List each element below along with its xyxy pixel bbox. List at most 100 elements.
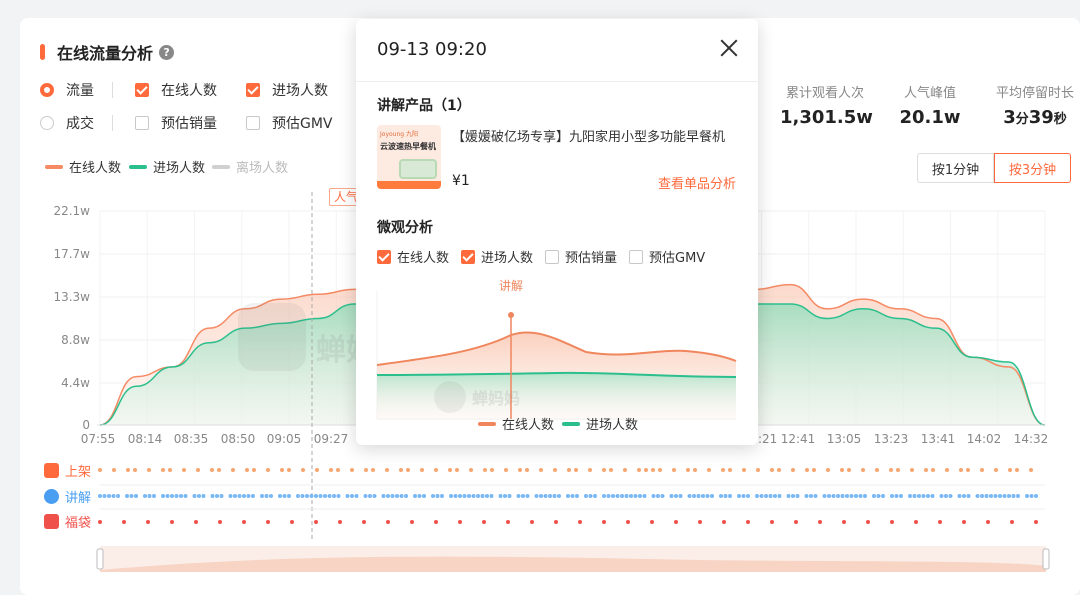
event-marker [899,494,903,498]
event-marker [266,468,270,472]
event-marker [842,520,846,524]
event-marker [674,494,678,498]
event-marker [280,468,284,472]
event-marker [503,494,507,498]
event-marker [483,468,487,472]
x-tick: 08:50 [220,432,256,446]
popup-checkbox-label: 进场人数 [481,251,534,266]
range-handle-left[interactable] [96,548,104,570]
event-marker [182,468,186,472]
event-marker [570,494,575,498]
popup-checkbox-est-gmv[interactable]: 预估GMV [629,247,705,266]
event-marker [773,494,777,498]
event-marker [890,520,894,524]
event-marker [791,494,795,498]
popup-checkbox-entering[interactable]: 进场人数 [461,247,533,266]
product-analysis-link[interactable]: 查看单品分析 [658,173,736,192]
event-marker [975,494,980,498]
event-marker [854,494,858,498]
x-tick: 13:23 [873,432,909,446]
event-marker [875,468,879,472]
product-thumbnail[interactable]: Joyoung 九阳 云波速热早餐机 [377,125,441,189]
popup-checkbox-online[interactable]: 在线人数 [377,247,449,266]
x-tick: 12:41 [780,432,816,446]
popup-checkbox-est-sales[interactable]: 预估销量 [545,247,617,266]
event-marker [746,520,750,524]
event-marker [329,468,333,472]
event-marker [372,494,377,498]
event-marker [656,494,660,498]
explain-marker-dot[interactable] [508,312,514,318]
thumb-title: 云波速热早餐机 [380,142,436,151]
event-marker [602,494,606,498]
close-icon[interactable] [720,39,738,57]
popup-legend-online[interactable]: 在线人数 [478,414,554,433]
event-marker [1015,468,1019,472]
event-row-label: 上架 [65,465,92,480]
event-marker [518,468,522,472]
legend-swatch [562,421,580,426]
event-marker [390,494,395,498]
event-marker [633,494,638,498]
event-marker [623,468,627,472]
event-marker [296,494,300,498]
event-marker [889,468,893,472]
event-marker [567,468,571,472]
x-tick: 13:41 [920,432,956,446]
event-marker [112,468,116,472]
event-marker [371,468,375,472]
event-marker [998,494,1002,498]
event-marker [795,494,800,498]
event-marker [584,494,588,498]
event-marker [692,494,696,498]
event-row-shelf: 上架 [44,461,91,480]
event-marker [930,494,935,498]
minute-detail-popup: 09-13 09:20 讲解产品（1） Joyoung 九阳 云波速热早餐机 【… [356,19,758,445]
event-marker [686,468,690,472]
event-marker [327,494,332,498]
event-marker [944,494,948,498]
event-marker [174,494,179,498]
event-marker [872,494,876,498]
checkbox-unchecked-icon [545,249,559,264]
event-marker [111,494,116,498]
x-tick: 07:55 [80,432,116,446]
event-marker [266,520,270,524]
range-handle-right[interactable] [1042,548,1050,570]
event-marker [840,494,845,498]
popup-legend-entering[interactable]: 进场人数 [562,414,638,433]
event-marker [962,520,966,524]
event-marker [768,494,773,498]
popup-checkbox-label: 预估GMV [649,251,706,266]
event-marker [480,494,485,498]
explain-marker-label: 讲解 [499,279,524,293]
event-marker [462,494,467,498]
event-marker [539,494,543,498]
event-marker [980,468,984,472]
event-marker [525,494,530,498]
event-marker [966,494,971,498]
event-marker [147,494,152,498]
event-marker [822,494,827,498]
event-marker [1011,494,1016,498]
event-marker [395,494,399,498]
event-marker [791,468,795,472]
event-marker [406,468,410,472]
x-tick: 13:05 [826,432,862,446]
event-marker [504,468,508,472]
event-marker [252,468,256,472]
event-marker [984,494,989,498]
popup-legend-label: 在线人数 [502,418,555,433]
microphone-icon [44,489,59,504]
event-marker [305,494,309,498]
product-name[interactable]: 【媛媛破亿场专享】九阳家用小型多功能早餐机 [452,126,742,145]
event-marker [707,468,711,472]
event-marker [133,468,137,472]
event-marker [260,494,264,498]
micro-chart[interactable] [356,277,758,445]
event-marker [831,494,836,498]
event-marker [386,494,390,498]
event-marker [1025,494,1029,498]
event-marker [777,468,781,472]
legend-swatch [478,421,496,426]
